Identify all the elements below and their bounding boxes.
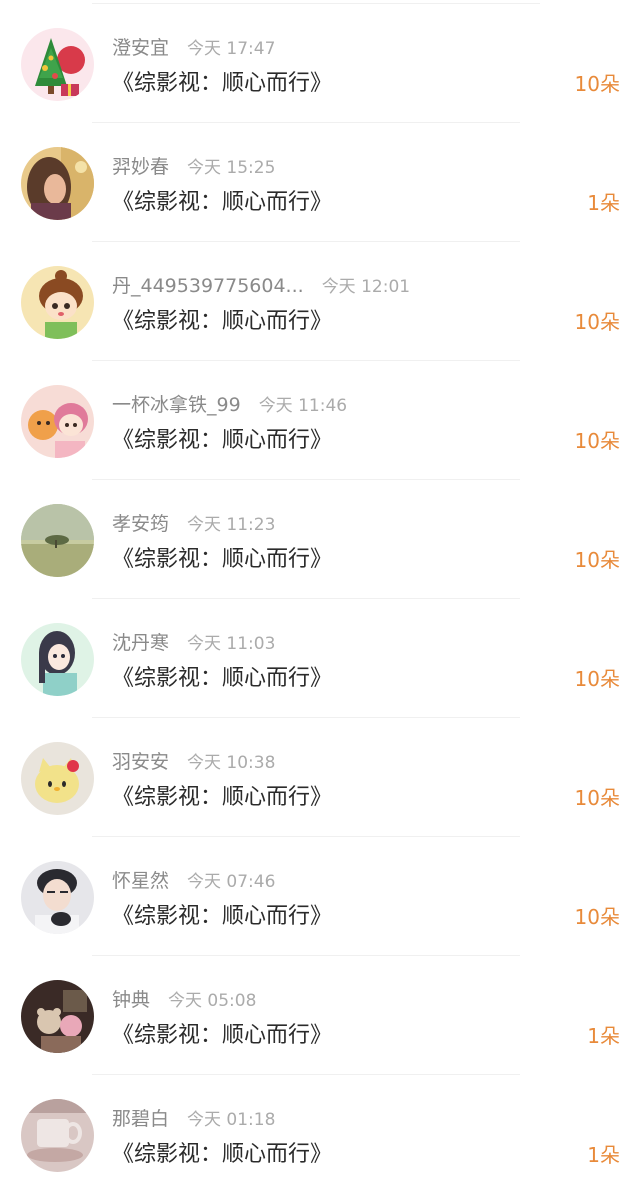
sender-name[interactable]: 那碧白 [112, 1108, 169, 1130]
flower-count: 1朵 [587, 1143, 620, 1167]
book-title[interactable]: 《综影视：顺心而行》 [112, 1139, 332, 1171]
list-item[interactable]: 澄安宜 今天 17:47 《综影视：顺心而行》 10朵 [0, 4, 640, 123]
book-title[interactable]: 《综影视：顺心而行》 [112, 306, 332, 338]
sender-info: 钟典 今天 05:08 [112, 986, 256, 1014]
list-item[interactable]: 怀星然 今天 07:46 《综影视：顺心而行》 10朵 [0, 837, 640, 956]
list-item[interactable]: 羿妙春 今天 15:25 《综影视：顺心而行》 1朵 [0, 123, 640, 242]
plush-toys-avatar[interactable] [21, 980, 94, 1053]
book-title[interactable]: 《综影视：顺心而行》 [112, 425, 332, 457]
list-item[interactable]: 孝安筠 今天 11:23 《综影视：顺心而行》 10朵 [0, 480, 640, 599]
send-time: 今天 15:25 [187, 158, 276, 178]
sender-name[interactable]: 一杯冰拿铁_99 [112, 394, 241, 416]
book-title[interactable]: 《综影视：顺心而行》 [112, 901, 332, 933]
list-item[interactable]: 丹_449539775604... 今天 12:01 《综影视：顺心而行》 10朵 [0, 242, 640, 361]
sender-name[interactable]: 沈丹寒 [112, 632, 169, 654]
sender-info: 那碧白 今天 01:18 [112, 1105, 275, 1133]
sender-name[interactable]: 怀星然 [112, 870, 169, 892]
cartoon-duo-avatar[interactable] [21, 385, 94, 458]
send-time: 今天 10:38 [187, 753, 276, 773]
sender-name[interactable]: 澄安宜 [112, 37, 169, 59]
book-title[interactable]: 《综影视：顺心而行》 [112, 663, 332, 695]
flower-count: 10朵 [574, 667, 620, 691]
send-time: 今天 11:46 [258, 396, 348, 416]
sender-info: 沈丹寒 今天 11:03 [112, 629, 275, 657]
list-item[interactable]: 一杯冰拿铁_99 今天 11:46 《综影视：顺心而行》 10朵 [0, 361, 640, 480]
list-item[interactable]: 钟典 今天 05:08 《综影视：顺心而行》 1朵 [0, 956, 640, 1075]
book-title[interactable]: 《综影视：顺心而行》 [112, 782, 332, 814]
list-item[interactable]: 那碧白 今天 01:18 《综影视：顺心而行》 1朵 [0, 1075, 640, 1194]
book-title[interactable]: 《综影视：顺心而行》 [112, 544, 332, 576]
flower-count: 10朵 [574, 310, 620, 334]
sender-info: 羽安安 今天 10:38 [112, 748, 275, 776]
sender-name[interactable]: 羿妙春 [112, 156, 169, 178]
list-item[interactable]: 羽安安 今天 10:38 《综影视：顺心而行》 10朵 [0, 718, 640, 837]
send-time: 今天 05:08 [168, 991, 257, 1011]
sender-info: 一杯冰拿铁_99 今天 11:46 [112, 391, 347, 419]
sender-name[interactable]: 钟典 [112, 989, 150, 1011]
young-man-avatar[interactable] [21, 861, 94, 934]
list-item[interactable]: 沈丹寒 今天 11:03 《综影视：顺心而行》 10朵 [0, 599, 640, 718]
book-title[interactable]: 《综影视：顺心而行》 [112, 1020, 332, 1052]
send-time: 今天 01:18 [187, 1110, 276, 1130]
sender-info: 怀星然 今天 07:46 [112, 867, 275, 895]
hello-kitty-avatar[interactable] [21, 742, 94, 815]
christmas-tree-avatar[interactable] [21, 28, 94, 101]
flower-count: 10朵 [574, 429, 620, 453]
flower-count: 10朵 [574, 72, 620, 96]
sender-name[interactable]: 孝安筠 [112, 513, 169, 535]
sender-name[interactable]: 羽安安 [112, 751, 169, 773]
gift-record-list: 澄安宜 今天 17:47 《综影视：顺心而行》 10朵 羿妙春 今天 15:25 《… [0, 0, 640, 1198]
sender-info: 澄安宜 今天 17:47 [112, 34, 275, 62]
flower-count: 1朵 [587, 191, 620, 215]
teacup-avatar[interactable] [21, 1099, 94, 1172]
send-time: 今天 07:46 [187, 872, 276, 892]
anime-girl-avatar[interactable] [21, 623, 94, 696]
book-title[interactable]: 《综影视：顺心而行》 [112, 68, 332, 100]
sender-name[interactable]: 丹_449539775604... [112, 275, 304, 297]
sender-info: 羿妙春 今天 15:25 [112, 153, 275, 181]
sender-info: 孝安筠 今天 11:23 [112, 510, 275, 538]
flower-count: 10朵 [574, 548, 620, 572]
landscape-tree-avatar[interactable] [21, 504, 94, 577]
send-time: 今天 11:03 [187, 634, 276, 654]
sender-info: 丹_449539775604... 今天 12:01 [112, 272, 410, 300]
flower-count: 10朵 [574, 905, 620, 929]
send-time: 今天 12:01 [321, 277, 411, 297]
send-time: 今天 17:47 [187, 39, 276, 59]
flower-count: 10朵 [574, 786, 620, 810]
cartoon-girl-avatar[interactable] [21, 266, 94, 339]
girl-photo-avatar[interactable] [21, 147, 94, 220]
book-title[interactable]: 《综影视：顺心而行》 [112, 187, 332, 219]
send-time: 今天 11:23 [187, 515, 276, 535]
flower-count: 1朵 [587, 1024, 620, 1048]
